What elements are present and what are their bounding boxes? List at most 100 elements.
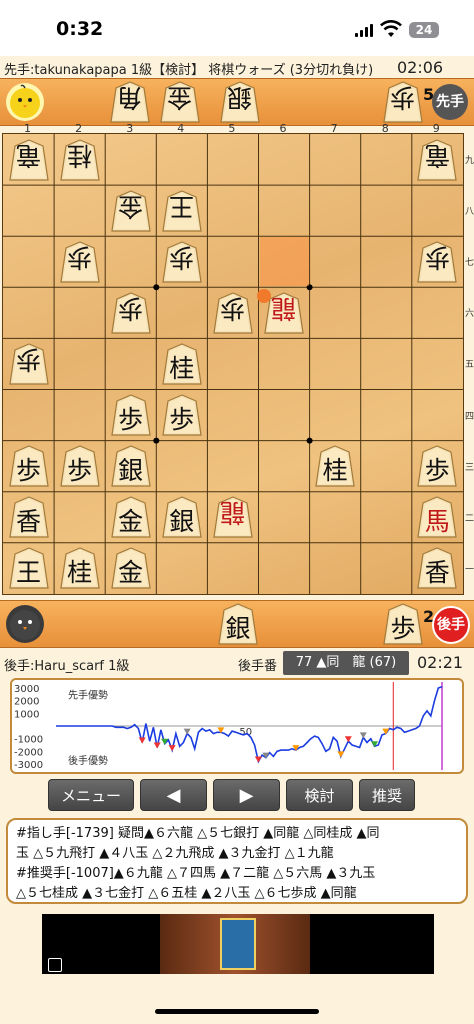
next-move-button[interactable]: ▶: [213, 779, 280, 811]
piece-label: 歩: [424, 242, 450, 272]
graph-marker: [254, 756, 262, 763]
piece-label: 歩: [67, 456, 93, 486]
piece-label: 金: [118, 191, 144, 221]
board-piece[interactable]: 竜: [8, 138, 49, 181]
piece-label: 香: [424, 558, 450, 588]
graph-eval-line: [56, 685, 443, 764]
prev-move-button[interactable]: ◀: [140, 779, 207, 811]
board-piece[interactable]: 龍: [213, 496, 253, 538]
piece-label: 竜: [15, 140, 41, 170]
gote-player-label: 後手:Haru_scarf 1級: [4, 659, 130, 674]
shogi-board[interactable]: 竜桂竜金王歩歩歩歩歩龍歩桂歩歩歩歩銀桂歩香金銀龍馬王桂金香: [2, 133, 464, 595]
board-piece[interactable]: 金: [110, 547, 151, 589]
graph-y-tick: -2000: [14, 747, 43, 758]
board-piece[interactable]: 香: [8, 496, 49, 538]
board-piece[interactable]: 馬: [417, 496, 457, 538]
comment-box: #指し手[-1739] 疑問▲６六龍 △５七銀打 ▲同龍 △同桂成 ▲同 玉 △…: [6, 818, 468, 904]
gote-avatar-icon: [6, 605, 44, 643]
piece-label: 桂: [67, 140, 93, 170]
turn-label: 後手番: [238, 659, 278, 674]
piece-label: 龍: [220, 498, 246, 528]
piece-label: 歩: [118, 293, 144, 323]
hand-piece[interactable]: 銀: [218, 603, 258, 645]
graph-marker: [183, 728, 191, 735]
home-indicator: [155, 1009, 319, 1014]
graph-marker: [337, 751, 345, 758]
rank-label: 二: [465, 513, 474, 524]
board-piece[interactable]: 桂: [59, 547, 100, 589]
board-piece[interactable]: 歩: [162, 394, 202, 436]
board-piece[interactable]: 歩: [110, 292, 151, 334]
comment-line: 玉 △５九飛打 ▲４八玉 △２九飛成 ▲３九金打 △１九龍: [16, 846, 334, 861]
piece-label: 銀: [169, 507, 195, 537]
graph-y-tick: -3000: [14, 760, 43, 771]
hand-piece[interactable]: 角: [110, 81, 150, 123]
board-piece[interactable]: 王: [162, 189, 202, 232]
evaluation-graph[interactable]: 3000 2000 1000 -1000 -2000 -3000 先手優勢 後手優勢 50: [10, 678, 464, 774]
rank-label: 五: [465, 360, 474, 371]
piece-label: 銀: [227, 83, 253, 112]
last-move-highlight: [259, 237, 309, 287]
board-piece[interactable]: 歩: [59, 445, 100, 487]
analyze-button[interactable]: 検討: [286, 779, 353, 811]
board-piece[interactable]: 金: [110, 189, 151, 232]
board-piece[interactable]: 王: [8, 547, 49, 589]
ad-image: [160, 914, 310, 974]
board-piece[interactable]: 桂: [59, 138, 100, 181]
board-piece[interactable]: 竜: [417, 138, 457, 181]
piece-label: 歩: [390, 83, 416, 112]
piece-label: 歩: [15, 456, 41, 486]
board-piece[interactable]: 歩: [8, 445, 49, 487]
rank-label: 九: [465, 156, 474, 166]
board-piece[interactable]: 歩: [417, 445, 457, 487]
ad-banner[interactable]: [42, 914, 434, 974]
board-piece[interactable]: 歩: [8, 343, 49, 385]
piece-label: 香: [15, 507, 41, 537]
ad-close-icon[interactable]: [48, 958, 62, 972]
rank-label: 一: [465, 564, 474, 575]
board-piece[interactable]: 歩: [59, 241, 100, 283]
board-piece[interactable]: 銀: [110, 445, 151, 487]
board-piece[interactable]: 銀: [162, 496, 202, 538]
graph-marker: [371, 741, 379, 748]
board-piece[interactable]: 桂: [162, 343, 202, 385]
board-piece[interactable]: 桂: [315, 445, 355, 487]
hand-piece[interactable]: 歩: [383, 81, 423, 123]
piece-label: 角: [117, 83, 143, 112]
graph-gote-label: 後手優勢: [68, 754, 108, 767]
graph-y-tick: 3000: [14, 684, 39, 695]
piece-label: 金: [118, 507, 144, 537]
board-piece[interactable]: 歩: [110, 394, 151, 436]
board-piece[interactable]: 歩: [213, 292, 253, 334]
move-arrow-icon: [256, 289, 271, 304]
board-piece[interactable]: 金: [110, 496, 151, 538]
graph-marker: [138, 737, 146, 744]
board-piece[interactable]: 歩: [417, 241, 457, 283]
status-bar: 0:32 24: [0, 0, 474, 56]
current-move-display: 77 ▲同 龍 (67): [283, 651, 409, 675]
graph-marker: [359, 732, 367, 739]
graph-y-tick: 2000: [14, 697, 39, 708]
sente-turn-badge: 先手: [432, 84, 468, 120]
piece-label: 歩: [220, 293, 246, 323]
graph-marker: [344, 736, 352, 743]
sente-hand-bar: 銀歩 2 後手: [0, 600, 474, 648]
piece-label: 歩: [118, 405, 144, 434]
rank-label: 六: [465, 309, 474, 320]
comment-line: #指し手[-1739] 疑問▲６六龍 △５七銀打 ▲同龍 △同桂成 ▲同: [16, 826, 380, 841]
wifi-icon: [380, 20, 402, 38]
graph-marker: [153, 742, 161, 749]
recommend-button[interactable]: 推奨: [359, 779, 415, 811]
hand-piece[interactable]: 歩: [383, 603, 423, 645]
menu-button[interactable]: メニュー: [48, 779, 134, 811]
piece-label: 歩: [424, 456, 450, 486]
rank-label: 七: [465, 258, 474, 269]
hand-piece[interactable]: 銀: [220, 81, 260, 123]
board-piece[interactable]: 歩: [162, 241, 202, 283]
graph-marker: [168, 745, 176, 752]
board-piece[interactable]: 香: [417, 547, 457, 589]
piece-label: 歩: [15, 344, 41, 374]
piece-label: 桂: [169, 353, 195, 383]
piece-label: 桂: [67, 558, 93, 588]
hand-piece[interactable]: 金: [160, 81, 200, 123]
